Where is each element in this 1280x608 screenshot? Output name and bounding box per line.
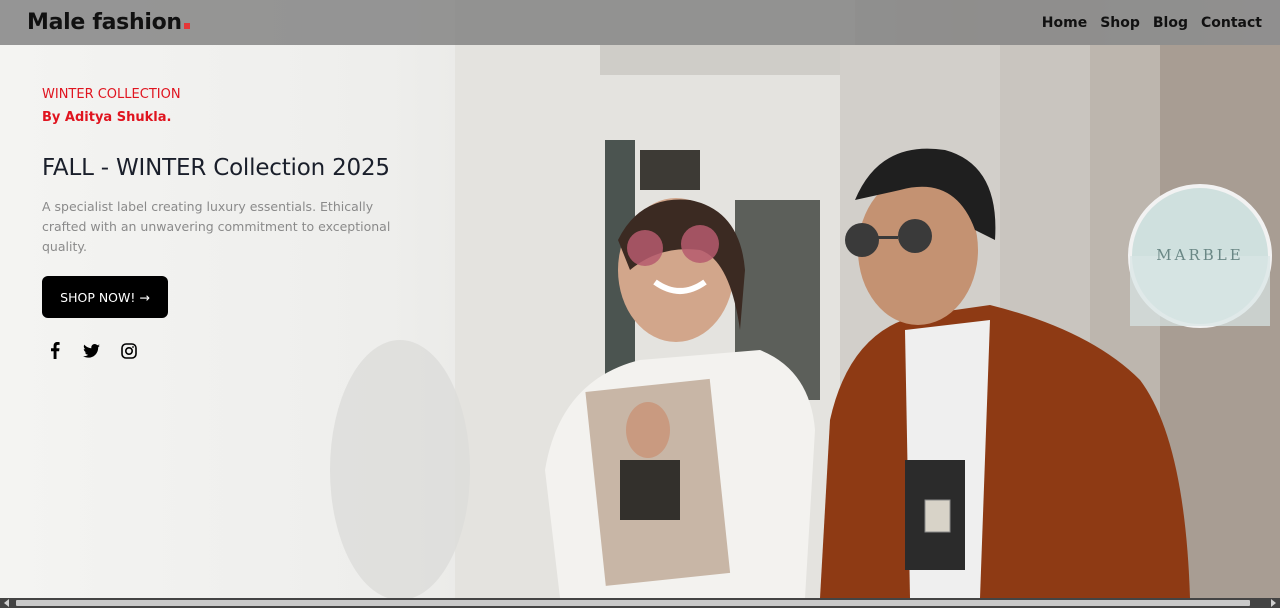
hero-description: A specialist label creating luxury essen… [42, 199, 391, 254]
hero-content: WINTER COLLECTION By Aditya Shukla. FALL… [42, 87, 422, 359]
nav-link-contact[interactable]: Contact [1201, 15, 1262, 31]
main-nav: Home Shop Blog Contact [1042, 15, 1262, 31]
nav-link-blog[interactable]: Blog [1153, 15, 1188, 31]
logo-text: Male fashion [27, 10, 182, 35]
scroll-left-arrow-icon[interactable] [4, 599, 9, 607]
social-links [46, 342, 422, 359]
top-navbar: Male fashion Home Shop Blog Contact [0, 0, 1280, 45]
svg-text:MARBLE: MARBLE [1156, 246, 1243, 264]
twitter-icon[interactable] [83, 342, 100, 359]
horizontal-scrollbar[interactable] [0, 598, 1280, 608]
page: MARBLE Male fashion Home Shop Blog Conta… [0, 0, 1280, 608]
shop-now-button[interactable]: SHOP NOW! → [42, 276, 168, 318]
instagram-icon[interactable] [120, 342, 137, 359]
author-credit: By Aditya Shukla. [42, 110, 172, 125]
logo-red-dot [183, 23, 190, 29]
nav-link-shop[interactable]: Shop [1100, 15, 1140, 31]
facebook-icon[interactable] [46, 342, 63, 359]
scroll-right-arrow-icon[interactable] [1271, 599, 1276, 607]
scrollbar-thumb[interactable] [16, 600, 1250, 606]
hero-title: FALL - WINTER Collection 2025 [42, 155, 390, 181]
nav-link-home[interactable]: Home [1042, 15, 1087, 31]
brand-logo[interactable]: Male fashion [27, 10, 190, 35]
collection-eyebrow: WINTER COLLECTION [42, 87, 181, 102]
